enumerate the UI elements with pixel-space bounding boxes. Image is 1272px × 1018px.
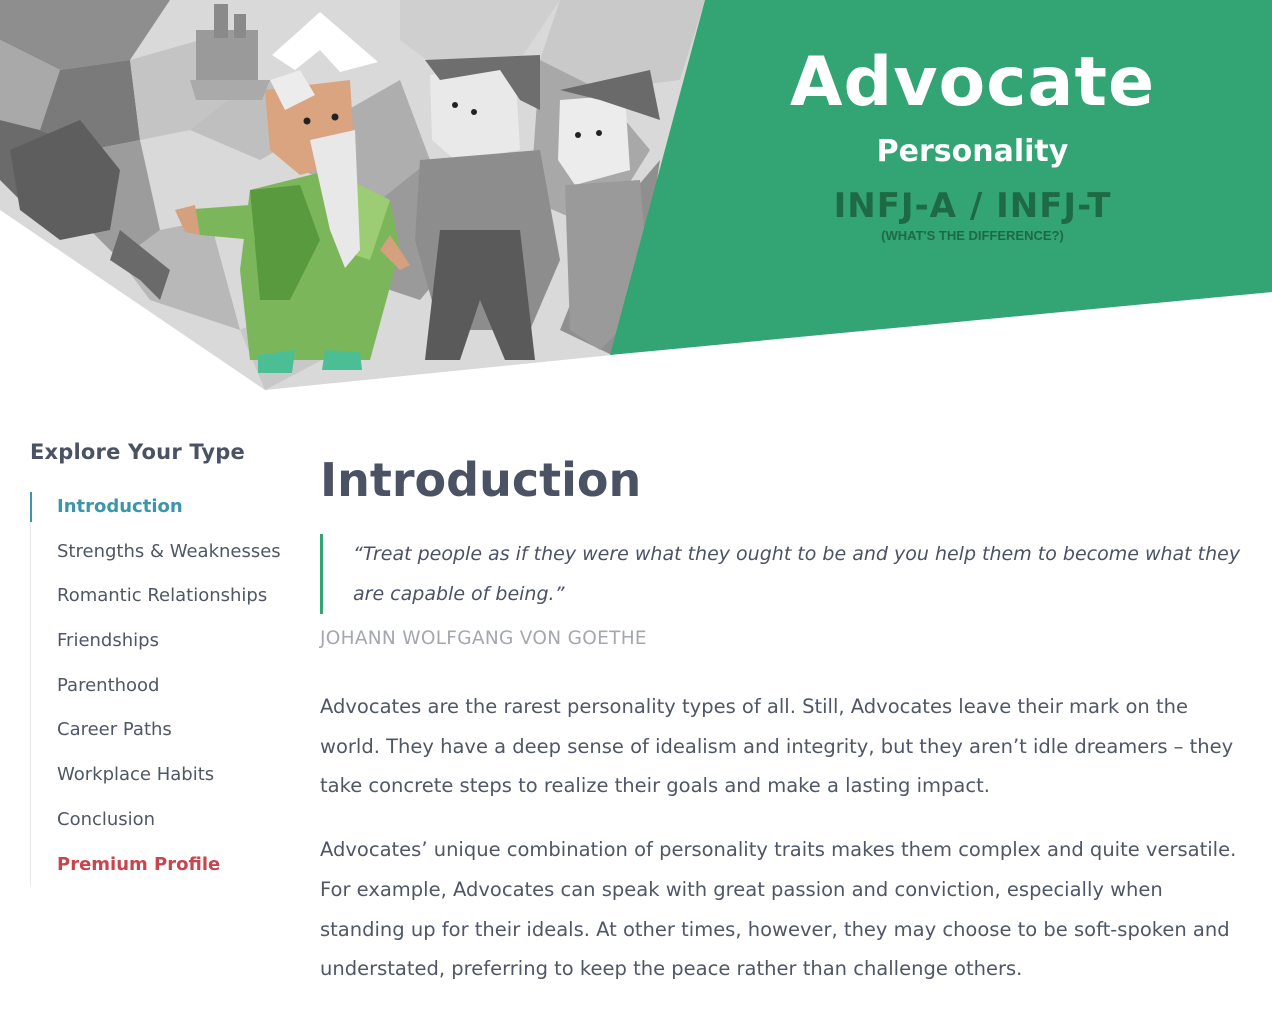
sidebar-item-career-paths[interactable]: Career Paths xyxy=(31,715,290,760)
hero-text: Advocate Personality INFJ-A / INFJ-T (WH… xyxy=(720,40,1225,243)
sidebar-item-parenthood[interactable]: Parenthood xyxy=(31,671,290,716)
page-title: Introduction xyxy=(320,453,642,507)
difference-link[interactable]: (WHAT'S THE DIFFERENCE?) xyxy=(720,228,1225,243)
explore-sidebar: 01 Explore Your Type Introduction Streng… xyxy=(30,420,436,886)
sidebar-item-premium-profile[interactable]: Premium Profile xyxy=(31,850,290,886)
intro-paragraph-2: Advocates’ unique combination of persona… xyxy=(320,838,1237,981)
main-content: Introduction “Treat people as if they we… xyxy=(320,452,1250,989)
hero-banner: Advocate Personality INFJ-A / INFJ-T (WH… xyxy=(0,0,1272,400)
sidebar-item-conclusion[interactable]: Conclusion xyxy=(31,805,290,850)
personality-title: Advocate xyxy=(789,43,1156,122)
personality-subtitle: Personality xyxy=(876,134,1069,169)
sidebar-item-introduction[interactable]: Introduction xyxy=(30,492,290,537)
personality-code: INFJ-A / INFJ-T xyxy=(833,186,1112,226)
sidebar-heading: Explore Your Type xyxy=(30,440,245,464)
sidebar-nav: Introduction Strengths & Weaknesses Roma… xyxy=(30,492,290,886)
intro-quote: “Treat people as if they were what they … xyxy=(320,534,1250,614)
sidebar-item-romantic-relationships[interactable]: Romantic Relationships xyxy=(31,581,290,626)
sidebar-item-friendships[interactable]: Friendships xyxy=(31,626,290,671)
quote-author: JOHANN WOLFGANG VON GOETHE xyxy=(320,628,647,649)
sidebar-item-workplace-habits[interactable]: Workplace Habits xyxy=(31,760,290,805)
intro-paragraph-1: Advocates are the rarest personality typ… xyxy=(320,695,1234,798)
sidebar-item-strengths-weaknesses[interactable]: Strengths & Weaknesses xyxy=(31,537,290,582)
quote-text: “Treat people as if they were what they … xyxy=(353,543,1241,605)
